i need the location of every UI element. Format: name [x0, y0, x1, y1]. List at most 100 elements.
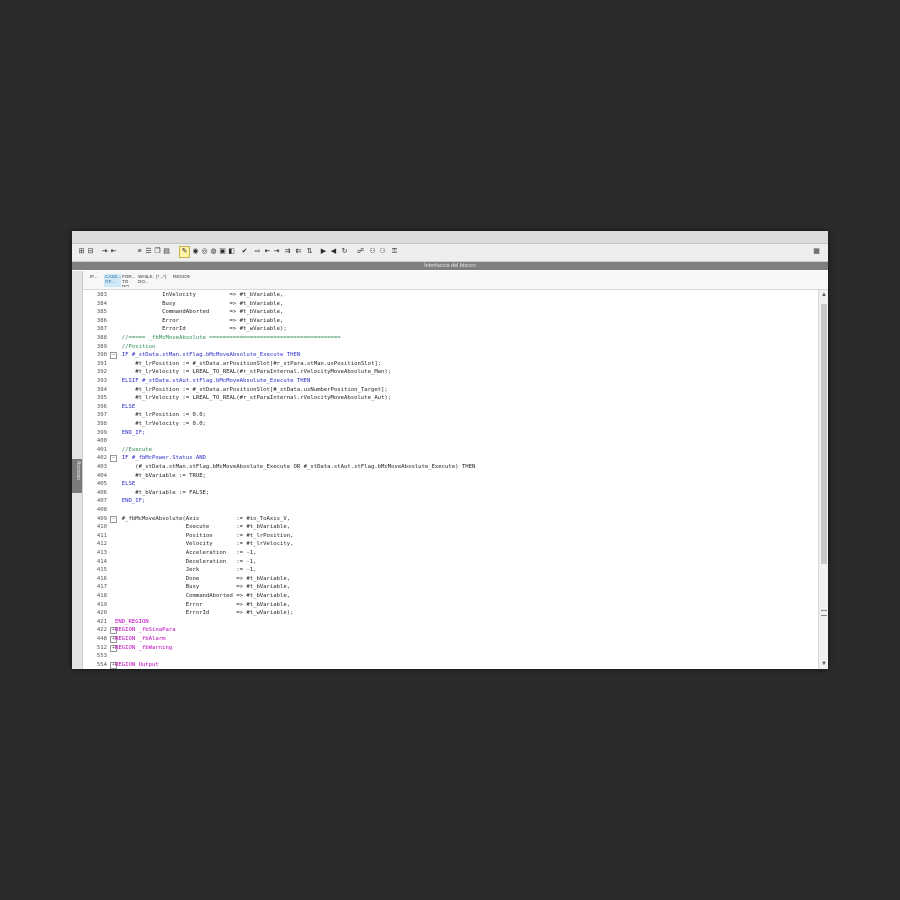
code-line[interactable]: 399 END_IF;: [83, 429, 818, 438]
code-line[interactable]: 398 #t_lrVelocity := 0.0;: [83, 420, 818, 429]
bookmark-icon[interactable]: ✎: [179, 246, 190, 258]
code-line[interactable]: 406 #t_bVariable := FALSE;: [83, 489, 818, 498]
watch-icon[interactable]: ◍: [209, 247, 218, 257]
insert-network-icon[interactable]: ⊞: [77, 247, 86, 257]
code-line[interactable]: 401 //Execute: [83, 446, 818, 455]
code-line[interactable]: 415 Jerk := -1,: [83, 566, 818, 575]
insert-row-icon[interactable]: ⇥: [100, 247, 109, 257]
code-line[interactable]: 448 + REGION _fbAlarm: [83, 635, 818, 644]
refresh-icon[interactable]: ↻: [340, 247, 349, 257]
copy-icon[interactable]: ❐: [153, 247, 162, 257]
snippet-button[interactable]: CASE... OF...: [104, 274, 121, 287]
line-number: 401: [96, 446, 107, 453]
sort-icon[interactable]: ⇅: [305, 247, 314, 257]
snippet-button[interactable]: (*...*): [155, 274, 172, 287]
code-line[interactable]: 396 ELSE: [83, 403, 818, 412]
add-row-icon[interactable]: ⇤: [109, 247, 118, 257]
code-line[interactable]: 385 CommandAborted => #t_bVariable,: [83, 308, 818, 317]
goto-icon[interactable]: ⇨: [253, 247, 262, 257]
code-text: ErrorId => #t_wVariable);: [115, 326, 287, 333]
code-line[interactable]: 386 Error => #t_bVariable,: [83, 317, 818, 326]
line-number: 403: [96, 464, 107, 470]
bookmark-next-icon[interactable]: ▶: [319, 247, 328, 257]
check-icon[interactable]: ✔: [240, 247, 249, 257]
code-line[interactable]: 384 Busy => #t_bVariable,: [83, 300, 818, 309]
code-text: REGION _fbAlarm: [115, 636, 166, 642]
code-line[interactable]: 419 Error => #t_bVariable,: [83, 601, 818, 610]
scroll-up-icon[interactable]: ▲: [819, 291, 828, 299]
list-alt-icon[interactable]: ☰: [144, 247, 153, 257]
code-line[interactable]: 411 Position := #t_lrPosition,: [83, 532, 818, 541]
code-line[interactable]: 388 //===== _fbMcMoveAbsolute ==========…: [83, 334, 818, 343]
code-line[interactable]: 553: [83, 652, 818, 661]
scroll-down-icon[interactable]: ▼: [819, 660, 828, 668]
code-line[interactable]: 408: [83, 506, 818, 515]
code-text: #t_lrPosition := 0.0;: [115, 412, 206, 419]
code-line[interactable]: 410 Execute := #t_bVariable,: [83, 523, 818, 532]
paste-icon[interactable]: ▤: [162, 247, 171, 257]
code-line[interactable]: 400: [83, 437, 818, 446]
monitor-icon[interactable]: ◉: [191, 247, 200, 257]
indent-icon[interactable]: ⇉: [283, 247, 292, 257]
block-interface-label: Interfaccia del blocco: [424, 263, 476, 269]
line-number: 448: [96, 636, 107, 642]
code-line[interactable]: 409− #_fbMcMoveAbsolute(Axis := #io_ToAx…: [83, 515, 818, 524]
online-icon[interactable]: ⚇: [368, 247, 377, 257]
code-line[interactable]: 402− IF #_fbMcPower.Status AND: [83, 454, 818, 463]
delete-network-icon[interactable]: ⊟: [86, 247, 95, 257]
vertical-scrollbar[interactable]: ▲ ▼: [818, 290, 828, 669]
snippet-button[interactable]: WHILE... DO...: [137, 274, 154, 287]
code-line[interactable]: 390− IF #_stData.stMan.stFlag.bMcMoveAbs…: [83, 351, 818, 360]
code-line[interactable]: 393 ELSIF #_stData.stAut.stFlag.bMcMoveA…: [83, 377, 818, 386]
line-number: 398: [96, 421, 107, 427]
code-line[interactable]: 416 Done => #t_bVariable,: [83, 575, 818, 584]
code-line[interactable]: 391 #t_lrPosition := #_stData.arPosition…: [83, 360, 818, 369]
block-interface-bar[interactable]: Interfaccia del blocco: [72, 262, 828, 270]
code-line[interactable]: 413 Acceleration := -1,: [83, 549, 818, 558]
code-line[interactable]: 387 ErrorId => #t_wVariable);: [83, 325, 818, 334]
code-line[interactable]: 404 #t_bVariable := TRUE;: [83, 472, 818, 481]
align-left-icon[interactable]: ⇤: [263, 247, 272, 257]
code-line[interactable]: 417 Busy => #t_bVariable,: [83, 583, 818, 592]
code-line[interactable]: 389 //Position: [83, 343, 818, 352]
offline-icon[interactable]: ⚆: [378, 247, 387, 257]
code-line[interactable]: 383 InVelocity => #t_bVariable,: [83, 291, 818, 300]
code-line[interactable]: 397 #t_lrPosition := 0.0;: [83, 411, 818, 420]
code-line[interactable]: 421 END_REGION: [83, 618, 818, 627]
code-line[interactable]: 395 #t_lrVelocity := LREAL_TO_REAL(#r_st…: [83, 394, 818, 403]
network-icon[interactable]: ☍: [356, 247, 365, 257]
code-line[interactable]: 405 ELSE: [83, 480, 818, 489]
code-line[interactable]: 512 + REGION _fbWarning: [83, 644, 818, 653]
code-line[interactable]: 394 #t_lrPosition := #_stData.arPosition…: [83, 386, 818, 395]
code-editor[interactable]: 383 InVelocity => #t_bVariable, 384 Busy …: [83, 290, 818, 669]
snapshot-icon[interactable]: ▣: [218, 247, 227, 257]
list-icon[interactable]: ≡: [135, 247, 144, 257]
monitor-off-icon[interactable]: ◎: [200, 247, 209, 257]
left-pane-tab[interactable]: Accesso: [72, 459, 82, 493]
lock-icon[interactable]: ⚿: [390, 247, 399, 257]
code-line[interactable]: 407 END_IF;: [83, 497, 818, 506]
code-line[interactable]: 420 ErrorId => #t_wVariable);: [83, 609, 818, 618]
line-number: 392: [96, 369, 107, 376]
snippet-button[interactable]: FOR... TO DO...: [121, 274, 137, 287]
compare-icon[interactable]: ◧: [227, 247, 236, 257]
window-icon[interactable]: ▦: [812, 247, 821, 257]
code-line[interactable]: 422 + REGION _fbSinaPara: [83, 626, 818, 635]
snippet-button[interactable]: REGION: [172, 274, 190, 287]
align-right-icon[interactable]: ⇥: [272, 247, 281, 257]
code-line[interactable]: 412 Velocity := #t_lrVelocity,: [83, 540, 818, 549]
bookmark-prev-icon[interactable]: ◀: [329, 247, 338, 257]
outdent-icon[interactable]: ⇇: [294, 247, 303, 257]
line-number: 413: [96, 550, 107, 556]
scroll-thumb[interactable]: [821, 304, 827, 564]
code-line[interactable]: 414 Deceleration := -1,: [83, 558, 818, 567]
code-line[interactable]: 392 #t_lrVelocity := LREAL_TO_REAL(#r_st…: [83, 368, 818, 377]
code-text: Acceleration := -1,: [115, 550, 257, 556]
code-text: REGION _fbWarning: [115, 644, 173, 651]
scroll-split-marker[interactable]: [821, 610, 827, 616]
code-line[interactable]: 418 CommandAborted => #t_bVariable,: [83, 592, 818, 601]
snippet-button[interactable]: IF...: [89, 274, 103, 287]
line-number: 412: [96, 541, 107, 548]
code-line[interactable]: 554 + REGION Output: [83, 661, 818, 669]
code-line[interactable]: 403 (#_stData.stMan.stFlag.bMcMoveAbsolu…: [83, 463, 818, 472]
